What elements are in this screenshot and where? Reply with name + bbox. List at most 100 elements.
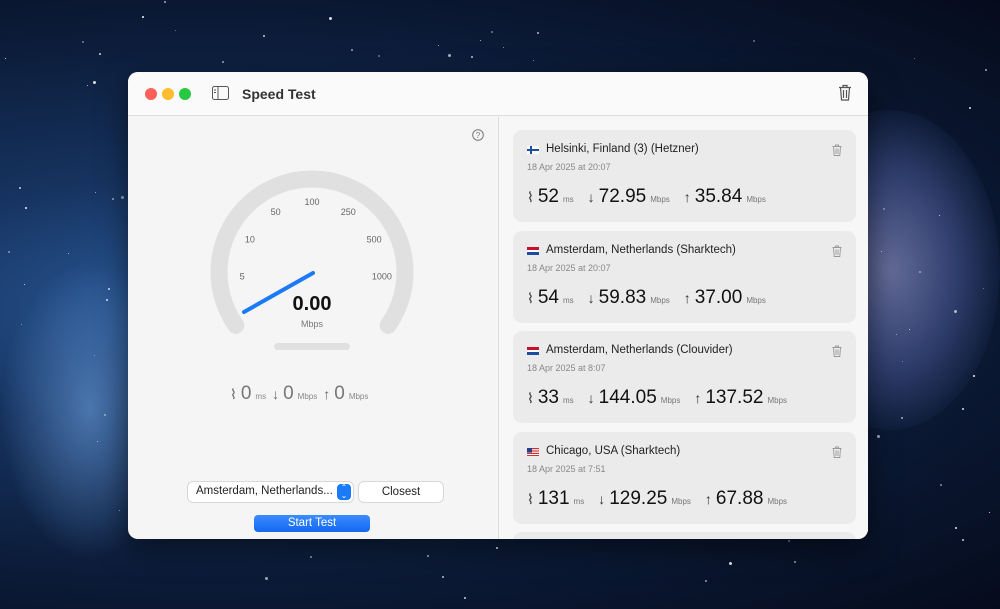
result-card-partial[interactable] bbox=[513, 532, 856, 539]
flag-icon bbox=[527, 447, 539, 456]
upload-value: 137.52 bbox=[705, 387, 764, 408]
ping-value: 52 bbox=[537, 186, 559, 207]
download-unit: Mbps bbox=[660, 396, 681, 405]
download-unit: Mbps bbox=[650, 195, 670, 204]
gauge-tick-label: 100 bbox=[304, 197, 319, 207]
star bbox=[985, 69, 988, 72]
ping-value: 54 bbox=[537, 286, 559, 308]
gauge-unit: Mbps bbox=[301, 319, 324, 329]
trash-icon[interactable] bbox=[832, 345, 842, 357]
star bbox=[900, 416, 903, 419]
star bbox=[972, 375, 975, 378]
closest-button[interactable]: Closest bbox=[359, 482, 443, 502]
star bbox=[141, 15, 144, 18]
gauge-progress-bar bbox=[274, 343, 350, 350]
result-metrics: ⌇ 33 ms ↓ 144.05 Mbps ↑ 137.52 Mbps bbox=[527, 387, 801, 409]
gauge-tick-label: 1000 bbox=[372, 272, 392, 282]
chevron-up-down-icon: ⌃ ⌄ bbox=[337, 484, 351, 500]
star bbox=[729, 561, 733, 565]
download-arrow-icon: ↓ bbox=[587, 390, 595, 406]
result-card[interactable]: Amsterdam, Netherlands (Sharktech) 18 Ap… bbox=[513, 230, 856, 323]
gauge-tick-label: 10 bbox=[245, 235, 255, 245]
star bbox=[68, 252, 70, 254]
star bbox=[982, 288, 984, 290]
upload-value: 37.00 bbox=[694, 286, 743, 308]
star bbox=[5, 57, 7, 59]
ping-unit: ms bbox=[562, 195, 574, 204]
results-list: Helsinki, Finland (3) (Hetzner) 18 Apr 2… bbox=[498, 117, 868, 539]
result-card[interactable]: Helsinki, Finland (3) (Hetzner) 18 Apr 2… bbox=[513, 130, 856, 222]
star bbox=[464, 597, 467, 600]
result-metrics: ⌇ 54 ms ↓ 59.83 Mbps ↑ 37.00 Mbps bbox=[527, 287, 780, 309]
ping-icon: ⌇ bbox=[527, 289, 534, 306]
upload-value: 35.84 bbox=[694, 186, 743, 207]
star bbox=[426, 555, 429, 558]
download-arrow-icon: ↓ bbox=[587, 289, 595, 306]
download-value: 59.83 bbox=[598, 286, 647, 308]
star bbox=[265, 576, 269, 580]
star bbox=[877, 435, 881, 439]
star bbox=[20, 323, 22, 325]
result-card[interactable]: Chicago, USA (Sharktech) 18 Apr 2025 at … bbox=[513, 431, 856, 524]
star bbox=[175, 30, 177, 32]
star bbox=[788, 540, 791, 543]
star bbox=[222, 61, 225, 64]
trash-icon[interactable] bbox=[832, 446, 842, 458]
star bbox=[95, 191, 97, 193]
upload-value: 67.88 bbox=[715, 487, 764, 509]
download-value: 72.95 bbox=[598, 186, 647, 207]
result-metrics: ⌇ 131 ms ↓ 129.25 Mbps ↑ 67.88 Mbps bbox=[527, 488, 801, 510]
ping-unit: ms bbox=[255, 392, 267, 401]
star bbox=[328, 16, 332, 20]
star bbox=[121, 196, 125, 200]
result-location: Amsterdam, Netherlands (Sharktech) bbox=[546, 243, 736, 256]
server-select-value: Amsterdam, Netherlands... bbox=[196, 485, 333, 497]
start-test-button[interactable]: Start Test bbox=[254, 515, 370, 532]
download-value: 129.25 bbox=[609, 487, 668, 509]
star bbox=[7, 251, 10, 254]
trash-icon[interactable] bbox=[832, 144, 842, 156]
result-location: Helsinki, Finland (3) (Hetzner) bbox=[546, 143, 699, 155]
star bbox=[961, 408, 964, 411]
star bbox=[913, 58, 915, 60]
star bbox=[793, 561, 796, 564]
server-select[interactable]: Amsterdam, Netherlands... ⌃ ⌄ bbox=[188, 482, 353, 502]
close-button[interactable] bbox=[145, 88, 157, 100]
trash-icon[interactable] bbox=[838, 84, 852, 101]
speed-gauge: 5 10 50 100 250 500 1000 0.00 Mbps bbox=[210, 170, 414, 350]
star bbox=[480, 40, 482, 42]
zoom-button[interactable] bbox=[179, 88, 191, 100]
star bbox=[86, 85, 88, 87]
star bbox=[955, 527, 958, 530]
test-panel: ? 5 10 50 100 250 500 1000 0.00 Mbps ⌇ 0 ms ↓ 0… bbox=[128, 117, 498, 539]
star bbox=[350, 49, 353, 52]
result-date: 18 Apr 2025 at 8:07 bbox=[527, 363, 606, 373]
upload-arrow-icon: ↑ bbox=[323, 386, 331, 402]
minimize-button[interactable] bbox=[162, 88, 174, 100]
star bbox=[19, 186, 22, 189]
upload-unit: Mbps bbox=[746, 195, 766, 204]
result-location: Amsterdam, Netherlands (Clouvider) bbox=[546, 344, 733, 356]
star bbox=[93, 80, 97, 84]
gauge-tick-label: 500 bbox=[367, 235, 382, 245]
star bbox=[437, 45, 439, 47]
result-metrics: ⌇ 52 ms ↓ 72.95 Mbps ↑ 35.84 Mbps bbox=[527, 186, 780, 208]
upload-unit: Mbps bbox=[746, 295, 766, 305]
ping-icon: ⌇ bbox=[230, 386, 237, 402]
upload-unit: Mbps bbox=[348, 392, 369, 401]
star bbox=[24, 207, 27, 210]
star bbox=[752, 40, 755, 43]
star bbox=[880, 250, 882, 252]
result-card[interactable]: Amsterdam, Netherlands (Clouvider) 18 Ap… bbox=[513, 331, 856, 423]
star bbox=[112, 197, 114, 200]
star bbox=[882, 207, 885, 210]
result-date: 18 Apr 2025 at 7:51 bbox=[527, 463, 606, 474]
star bbox=[704, 579, 707, 582]
upload-arrow-icon: ↑ bbox=[704, 490, 712, 507]
star bbox=[377, 54, 380, 57]
trash-icon[interactable] bbox=[832, 245, 842, 257]
star bbox=[98, 53, 101, 56]
result-date: 18 Apr 2025 at 20:07 bbox=[527, 262, 611, 273]
sidebar-toggle-icon[interactable] bbox=[212, 86, 229, 100]
star bbox=[309, 556, 312, 559]
